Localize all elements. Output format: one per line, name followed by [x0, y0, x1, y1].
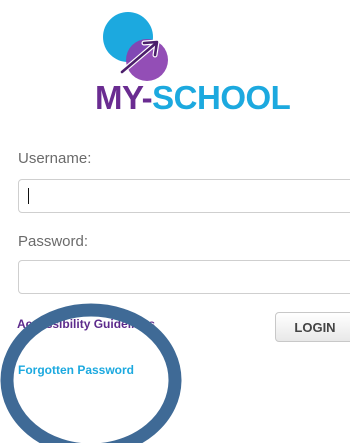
username-input[interactable]: [18, 179, 350, 213]
login-page: MY-SCHOOL Username: Password: Accessibil…: [0, 0, 350, 443]
login-button[interactable]: LOGIN: [275, 312, 350, 342]
accessibility-guidelines-link[interactable]: Accessibility Guidelines: [17, 317, 155, 331]
logo-wordmark: MY-SCHOOL: [95, 79, 291, 116]
username-label: Username:: [18, 150, 92, 167]
logo-text-my: MY-: [95, 79, 153, 116]
logo-text-school: SCHOOL: [152, 79, 291, 116]
password-input[interactable]: [18, 260, 350, 294]
forgotten-password-link[interactable]: Forgotten Password: [18, 363, 134, 377]
text-caret: [28, 188, 29, 204]
password-label: Password:: [18, 233, 89, 250]
my-school-logo: MY-SCHOOL: [92, 6, 291, 118]
